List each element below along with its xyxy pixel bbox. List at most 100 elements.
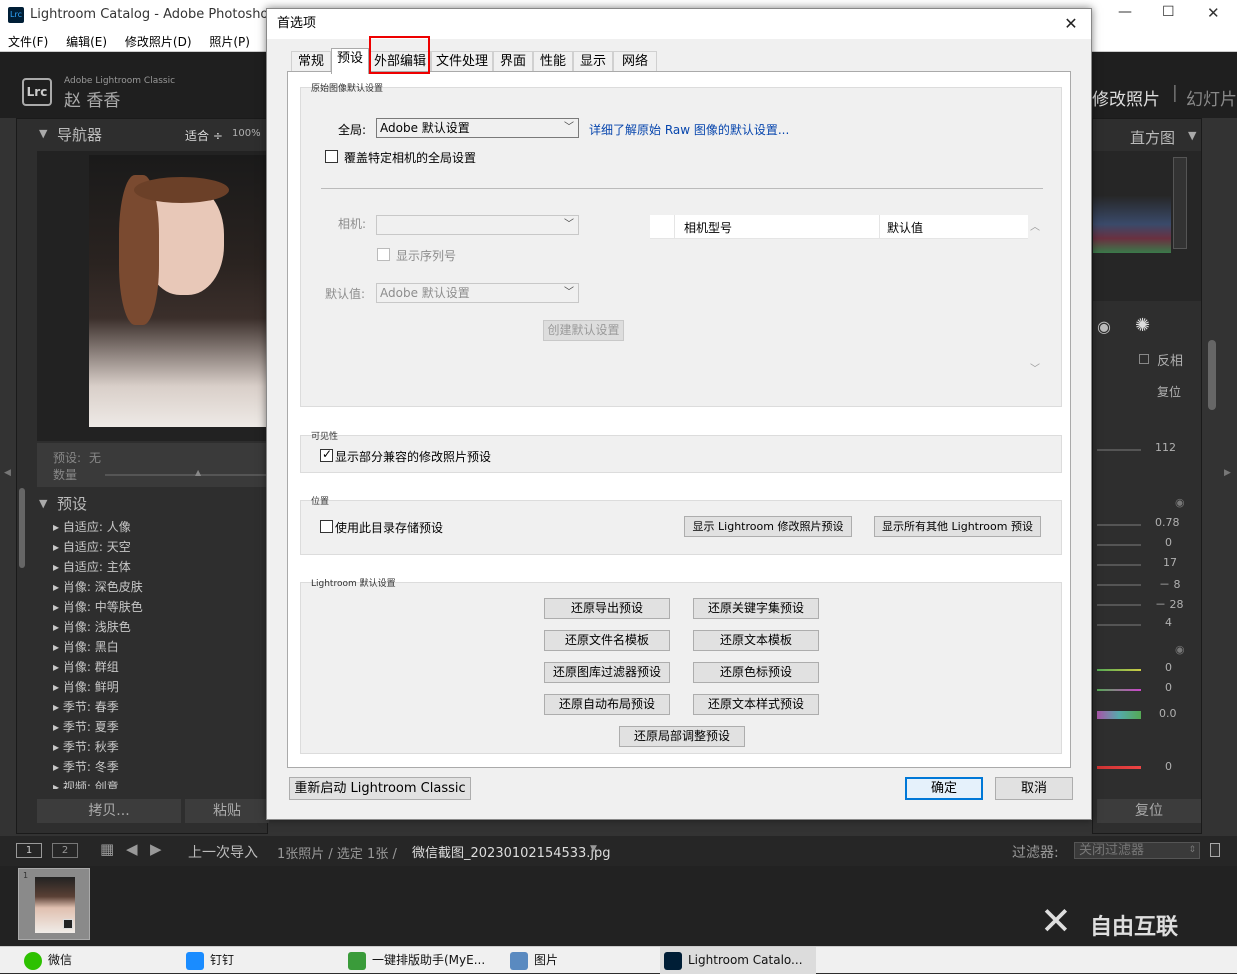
slider-value[interactable]: 17 xyxy=(1163,556,1177,569)
color-slider[interactable] xyxy=(1097,766,1141,769)
table-col-camera-model[interactable]: 相机型号 xyxy=(684,219,732,236)
preset-item[interactable]: ▸ 肖像: 黑白 xyxy=(53,637,269,657)
preset-item[interactable]: ▸ 肖像: 深色皮肤 xyxy=(53,577,269,597)
preset-item[interactable]: ▸ 自适应: 天空 xyxy=(53,537,269,557)
minimize-icon[interactable]: — xyxy=(1118,4,1132,20)
histogram-collapse-icon[interactable]: ▼ xyxy=(1188,129,1196,142)
film-source[interactable]: 上一次导入 xyxy=(188,842,258,862)
ok-button[interactable]: 确定 xyxy=(905,777,983,800)
tab-network[interactable]: 网络 xyxy=(613,51,657,73)
red-eye-tool-icon[interactable]: ◉ xyxy=(1097,317,1111,336)
histogram-header[interactable]: 直方图 xyxy=(1130,127,1175,148)
color-slider[interactable] xyxy=(1097,689,1141,691)
film-filename[interactable]: 微信截图_20230102154533.jpg xyxy=(412,842,611,861)
preset-item[interactable]: ▸ 自适应: 人像 xyxy=(53,517,269,537)
slider-value[interactable]: 0.78 xyxy=(1155,516,1180,529)
restart-lightroom-button[interactable]: 重新启动 Lightroom Classic xyxy=(289,777,471,800)
show-other-presets-button[interactable]: 显示所有其他 Lightroom 预设 xyxy=(874,516,1041,537)
close-window-icon[interactable]: ✕ xyxy=(1207,4,1220,22)
table-scroll-up-icon[interactable]: ︿ xyxy=(1030,218,1040,233)
taskbar-item-photos[interactable]: 图片 xyxy=(506,947,656,974)
slider-value[interactable]: 0.0 xyxy=(1159,707,1177,720)
menu-edit[interactable]: 编辑(E) xyxy=(66,35,107,49)
restore-filename-templates-button[interactable]: 还原文件名模板 xyxy=(544,630,670,651)
color-slider[interactable] xyxy=(1097,711,1141,719)
reset-button[interactable]: 复位 xyxy=(1097,799,1201,823)
grid-icon[interactable]: ▦ xyxy=(100,840,114,858)
dialog-close-icon[interactable]: ✕ xyxy=(1059,12,1083,36)
show-serial-checkbox[interactable] xyxy=(377,248,390,261)
left-scrollbar[interactable] xyxy=(19,488,25,568)
restore-export-presets-button[interactable]: 还原导出预设 xyxy=(544,598,670,619)
restore-local-adjustment-button[interactable]: 还原局部调整预设 xyxy=(619,726,745,747)
slider[interactable] xyxy=(1097,604,1141,606)
preset-item[interactable]: ▸ 肖像: 群组 xyxy=(53,657,269,677)
eye-icon[interactable]: ◉ xyxy=(1175,643,1185,656)
taskbar-item-lightroom[interactable]: Lightroom Catalo... xyxy=(660,947,816,974)
slider-value[interactable]: 0 xyxy=(1165,536,1172,549)
slider[interactable] xyxy=(1097,624,1141,626)
slider[interactable] xyxy=(1097,564,1141,566)
restore-auto-layout-button[interactable]: 还原自动布局预设 xyxy=(544,694,670,715)
nav-fit[interactable]: 适合 ÷ xyxy=(185,127,223,144)
override-camera-checkbox[interactable] xyxy=(325,150,338,163)
presets-header[interactable]: 预设 xyxy=(57,493,87,514)
create-default-button[interactable]: 创建默认设置 xyxy=(543,320,624,341)
slider-value[interactable]: 0 xyxy=(1165,681,1172,694)
module-slideshow[interactable]: 幻灯片 xyxy=(1186,85,1237,110)
collapse-triangle-icon[interactable]: ▼ xyxy=(39,127,47,140)
radial-filter-icon[interactable]: ✺ xyxy=(1135,315,1150,336)
paste-button[interactable]: 粘贴 xyxy=(185,799,269,823)
film-dropdown-icon[interactable]: ▼ xyxy=(590,844,597,854)
slider[interactable] xyxy=(1097,449,1141,451)
menu-photo[interactable]: 照片(P) xyxy=(209,35,250,49)
preset-item[interactable]: ▸ 肖像: 中等肤色 xyxy=(53,597,269,617)
restore-text-templates-button[interactable]: 还原文本模板 xyxy=(693,630,819,651)
slider-value[interactable]: 0 xyxy=(1165,661,1172,674)
slider[interactable] xyxy=(1097,544,1141,546)
preset-item[interactable]: ▸ 肖像: 鲜明 xyxy=(53,677,269,697)
show-partial-checkbox[interactable] xyxy=(320,447,333,462)
show-develop-presets-button[interactable]: 显示 Lightroom 修改照片预设 xyxy=(684,516,852,537)
slider-value[interactable]: 0 xyxy=(1165,760,1172,773)
store-with-catalog-checkbox[interactable] xyxy=(320,520,333,533)
tab-general[interactable]: 常规 xyxy=(291,51,331,73)
taskbar-item-dingtalk[interactable]: 钉钉 xyxy=(182,947,332,974)
global-select[interactable]: Adobe 默认设置 ﹀ xyxy=(376,118,579,138)
table-col-default[interactable]: 默认值 xyxy=(887,219,923,236)
tab-performance[interactable]: 性能 xyxy=(533,51,573,73)
menu-develop[interactable]: 修改照片(D) xyxy=(125,35,192,49)
eye-icon[interactable]: ◉ xyxy=(1175,496,1185,509)
restore-color-label-button[interactable]: 还原色标预设 xyxy=(693,662,819,683)
preset-item[interactable]: ▸ 视频: 创意 xyxy=(53,777,269,789)
filmstrip-thumbnail[interactable]: 1 xyxy=(18,868,90,940)
navigator-header[interactable]: 导航器 xyxy=(57,124,102,145)
restore-text-style-button[interactable]: 还原文本样式预设 xyxy=(693,694,819,715)
slider-value[interactable]: － 8 xyxy=(1159,576,1181,592)
presets-triangle-icon[interactable]: ▼ xyxy=(39,497,47,510)
nav-zoom[interactable]: 100% xyxy=(232,128,261,139)
tab-display[interactable]: 显示 xyxy=(573,51,613,73)
restore-library-filter-button[interactable]: 还原图库过滤器预设 xyxy=(544,662,670,683)
tab-presets[interactable]: 预设 xyxy=(331,48,369,74)
preset-item[interactable]: ▸ 季节: 秋季 xyxy=(53,737,269,757)
amount-slider[interactable] xyxy=(105,474,269,476)
slider[interactable] xyxy=(1097,584,1141,586)
page-1-button[interactable]: 1 xyxy=(16,843,42,858)
module-develop[interactable]: 修改照片 xyxy=(1092,85,1160,110)
copy-button[interactable]: 拷贝... xyxy=(37,799,181,823)
amount-slider-thumb[interactable]: ▲ xyxy=(195,468,201,477)
restore-keyword-sets-button[interactable]: 还原关键字集预设 xyxy=(693,598,819,619)
filter-lock-icon[interactable] xyxy=(1210,843,1220,857)
maximize-icon[interactable]: ☐ xyxy=(1162,4,1175,20)
preset-item[interactable]: ▸ 季节: 冬季 xyxy=(53,757,269,777)
right-scrollbar[interactable] xyxy=(1208,340,1216,410)
tab-interface[interactable]: 界面 xyxy=(493,51,533,73)
preset-item[interactable]: ▸ 季节: 夏季 xyxy=(53,717,269,737)
slider-value[interactable]: 112 xyxy=(1155,441,1176,454)
slider-value[interactable]: 4 xyxy=(1165,616,1172,629)
left-panel-arrow-icon[interactable]: ◀ xyxy=(4,468,11,478)
learn-more-link[interactable]: 详细了解原始 Raw 图像的默认设置... xyxy=(589,121,789,138)
camera-select[interactable]: ﹀ xyxy=(376,215,579,235)
preset-item[interactable]: ▸ 自适应: 主体 xyxy=(53,557,269,577)
